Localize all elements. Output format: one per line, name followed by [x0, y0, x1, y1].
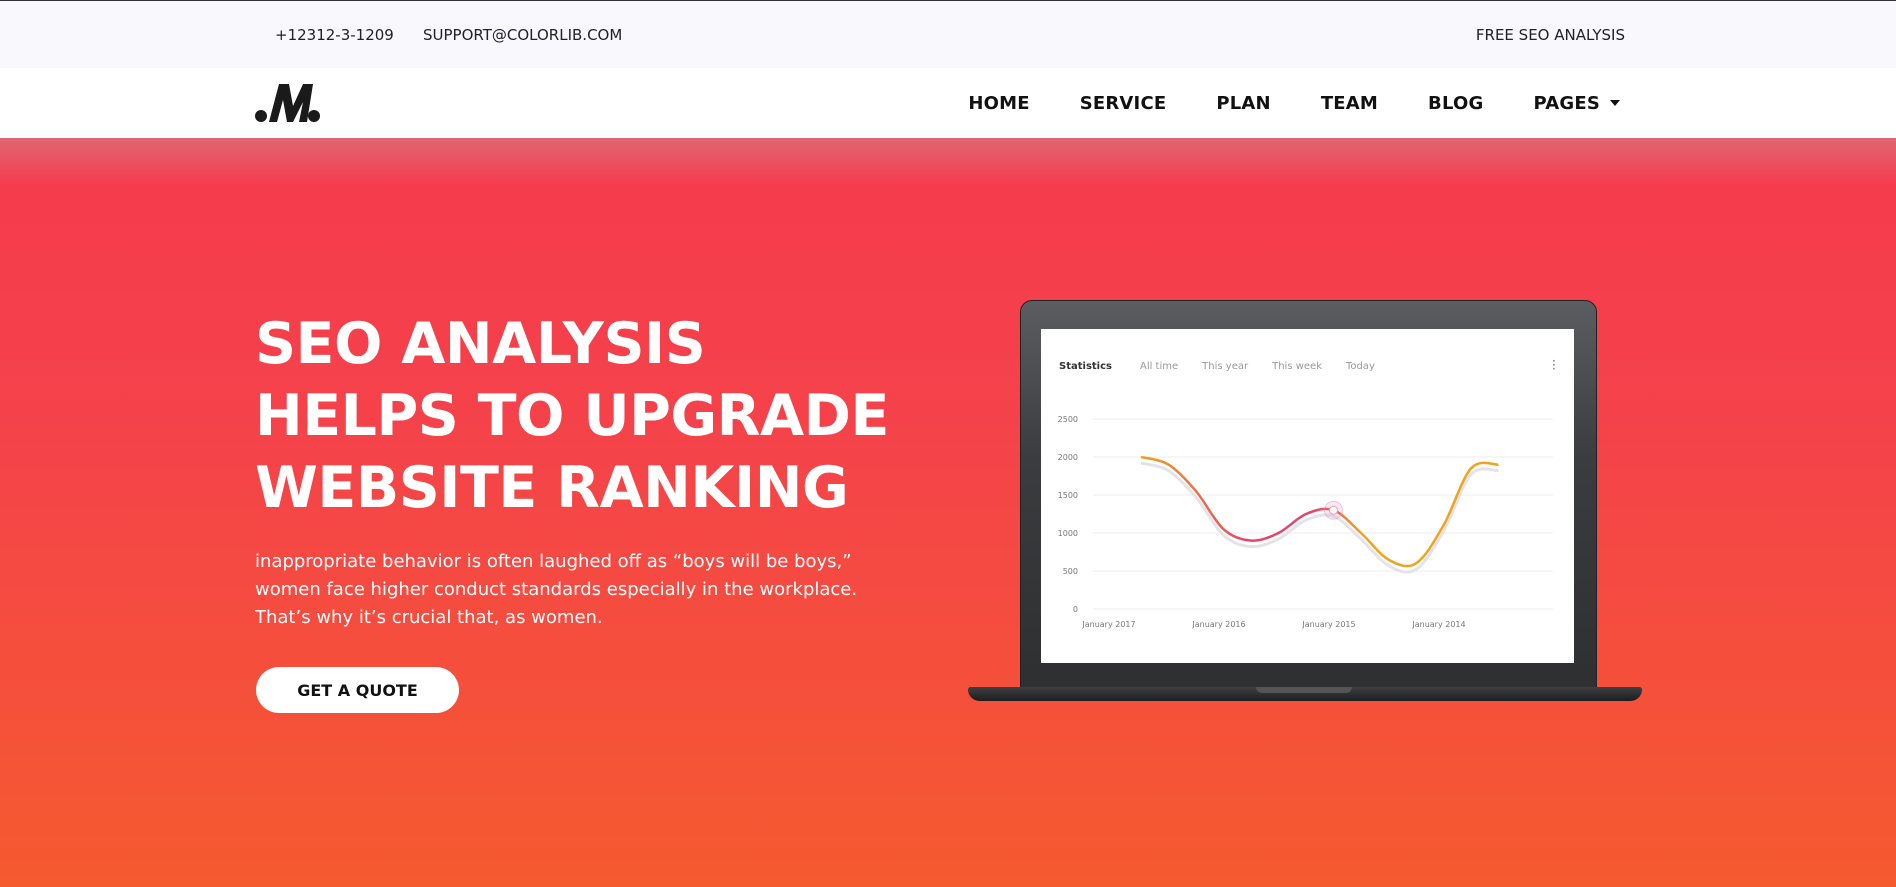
data-point[interactable]: [1329, 505, 1338, 515]
navbar: HOME SERVICE PLAN TEAM BLOG PAGES: [0, 68, 1896, 138]
x-tick-label: January 2015: [1301, 620, 1355, 629]
y-tick-label: 1000: [1058, 529, 1078, 538]
hero-section: SEO ANALYSIS HELPS TO UPGRADE WEBSITE RA…: [0, 138, 1896, 887]
y-tick-label: 2000: [1058, 453, 1078, 462]
top-bar: +12312-3-1209 SUPPORT@COLORLIB.COM FREE …: [0, 0, 1896, 68]
nav-home[interactable]: HOME: [968, 93, 1029, 114]
laptop-notch: [1256, 687, 1352, 693]
series-line: [1140, 455, 1499, 568]
nav-team[interactable]: TEAM: [1321, 93, 1378, 114]
nav-plan[interactable]: PLAN: [1216, 93, 1270, 114]
x-tick-label: January 2017: [1081, 620, 1135, 629]
y-tick-label: 2500: [1058, 415, 1078, 424]
hero-title-line-1: SEO ANALYSIS: [255, 311, 706, 377]
x-tick-label: January 2014: [1411, 620, 1465, 629]
hero-title: SEO ANALYSIS HELPS TO UPGRADE WEBSITE RA…: [255, 308, 915, 524]
y-tick-label: 0: [1073, 605, 1078, 614]
series-line-shadow: [1140, 461, 1499, 574]
nav-blog[interactable]: BLOG: [1428, 93, 1483, 114]
support-email[interactable]: SUPPORT@COLORLIB.COM: [423, 26, 622, 44]
y-tick-label: 1500: [1058, 491, 1078, 500]
nav-pages-label: PAGES: [1533, 92, 1600, 114]
phone-number[interactable]: +12312-3-1209: [275, 26, 394, 44]
free-seo-analysis-link[interactable]: FREE SEO ANALYSIS: [1476, 26, 1625, 44]
statistics-chart: 2500 2000 1500 1000 500 0January 2017 January …: [1058, 415, 1553, 629]
hero-title-line-3: WEBSITE RANKING: [255, 455, 849, 521]
laptop-screen: Statistics All time This year This week …: [1041, 329, 1574, 663]
main-nav: HOME SERVICE PLAN TEAM BLOG PAGES: [968, 68, 1620, 138]
nav-service[interactable]: SERVICE: [1080, 93, 1167, 114]
laptop-illustration: Statistics All time This year This week …: [966, 298, 1644, 710]
get-a-quote-button[interactable]: GET A QUOTE: [256, 667, 459, 713]
hero-title-line-2: HELPS TO UPGRADE: [255, 383, 889, 449]
hero-description: inappropriate behavior is often laughed …: [255, 551, 858, 628]
logo[interactable]: [255, 82, 321, 122]
x-tick-label: January 2016: [1191, 620, 1245, 629]
y-tick-label: 500: [1063, 567, 1078, 576]
nav-pages-dropdown[interactable]: PAGES: [1533, 93, 1620, 114]
chevron-down-icon: [1610, 99, 1620, 106]
